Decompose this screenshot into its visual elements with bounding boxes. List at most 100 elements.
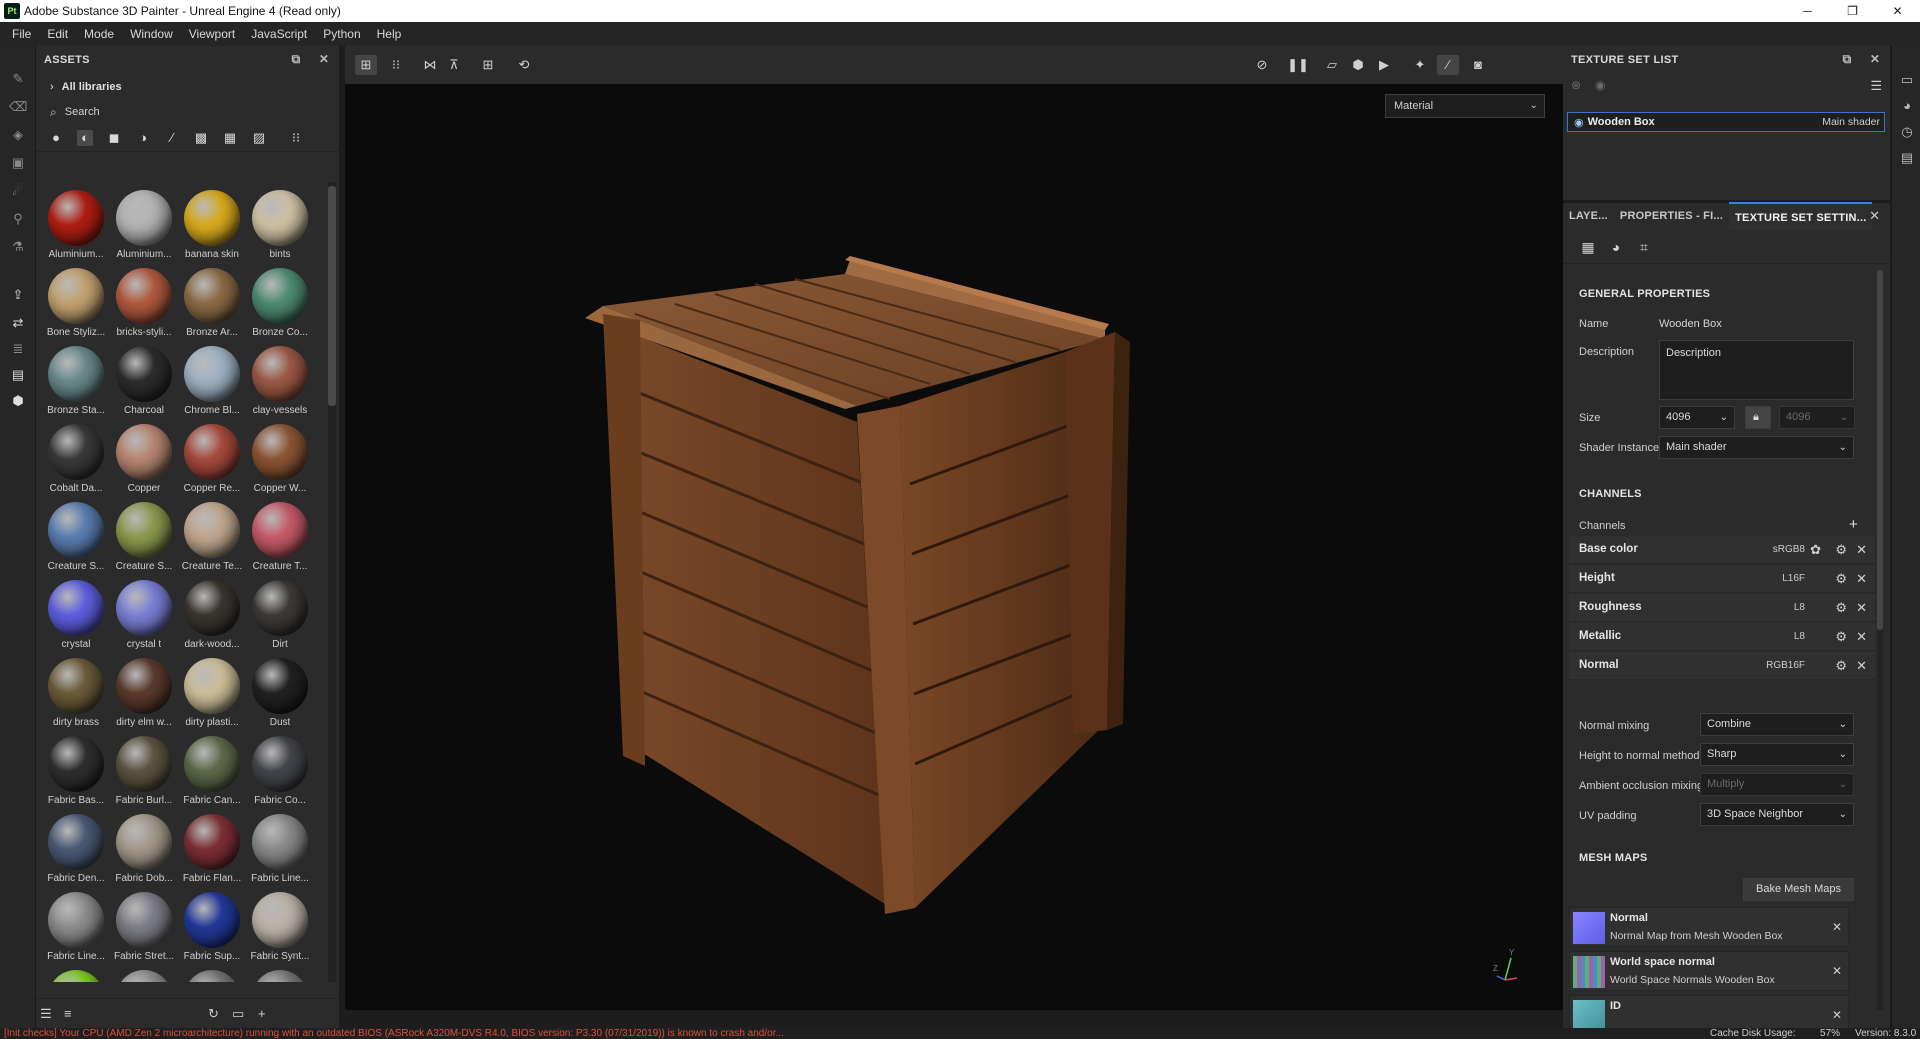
clone-tool-icon[interactable]: ⚲ — [9, 210, 27, 228]
3d-viewport[interactable]: Material ⌄ Y Z — [345, 84, 1563, 1010]
channel-format[interactable]: sRGB8 — [1773, 544, 1805, 555]
filter-generators-icon[interactable]: ◑ — [135, 130, 151, 146]
cube-icon[interactable]: ⬢ — [9, 392, 27, 410]
asset-tile[interactable]: Fabric Dob... — [110, 806, 178, 884]
smudge-tool-icon[interactable]: ☄ — [9, 182, 27, 200]
filter-masks-icon[interactable]: ◼ — [106, 130, 122, 146]
paint-brush-tool-icon[interactable]: ✎ — [9, 70, 27, 88]
screenshot-icon[interactable]: ◙ — [1467, 55, 1489, 75]
remove-mesh-map-icon[interactable]: ✕ — [1832, 1008, 1842, 1022]
eraser-tool-icon[interactable]: ⌫ — [9, 98, 27, 116]
channel-row-normal[interactable]: Normal RGB16F ⚙ ✕ — [1569, 652, 1875, 680]
tab-layers[interactable]: LAYE... — [1563, 202, 1614, 230]
symmetry-y-icon[interactable]: ⊼ — [443, 55, 465, 75]
channel-format[interactable]: L16F — [1782, 573, 1805, 584]
uv-crop-icon[interactable]: ⌗ — [1635, 239, 1653, 257]
filter-environment-icon[interactable]: ▨ — [251, 130, 267, 146]
asset-tile[interactable]: Bronze Co... — [246, 260, 312, 338]
asset-tile[interactable]: Fabric Den... — [42, 806, 110, 884]
library-selector[interactable]: › All libraries — [36, 74, 339, 100]
document-icon[interactable]: ▤ — [9, 366, 27, 384]
asset-tile[interactable]: Bone Styliz... — [42, 260, 110, 338]
remove-channel-icon[interactable]: ✕ — [1856, 600, 1867, 616]
cube-view-icon[interactable]: ⬢ — [1347, 55, 1369, 75]
history-icon[interactable]: ⟲ — [513, 55, 535, 75]
filter-materials-icon[interactable]: ● — [48, 130, 64, 146]
refresh-icon[interactable]: ↻ — [208, 1006, 219, 1022]
remove-mesh-map-icon[interactable]: ✕ — [1832, 920, 1842, 934]
display-mode-dropdown[interactable]: Material ⌄ — [1385, 94, 1545, 118]
shader-instance-dropdown[interactable]: Main shader ⌄ — [1659, 436, 1854, 459]
asset-tile[interactable]: bricks-styli... — [110, 260, 178, 338]
asset-tile[interactable]: Fabric Synt... — [246, 884, 312, 962]
color-picker-tool-icon[interactable]: ⚗ — [9, 238, 27, 256]
tab-texture-set-settings[interactable]: TEXTURE SET SETTIN... — [1729, 202, 1873, 230]
hide-overlay-icon[interactable]: ⊘ — [1251, 55, 1273, 75]
sort-icon[interactable]: ≡ — [64, 1006, 72, 1021]
grid-options-icon[interactable]: ⁝⁝ — [385, 55, 407, 75]
height-to-normal-dropdown[interactable]: Sharp ⌄ — [1700, 743, 1854, 766]
folder-icon[interactable]: ▭ — [232, 1006, 244, 1022]
viewer-settings-icon[interactable]: ▭ — [1899, 72, 1915, 88]
asset-tile[interactable]: Bronze Sta... — [42, 338, 110, 416]
add-channel-icon[interactable]: + — [1849, 516, 1858, 533]
asset-tile[interactable]: Fabric Bas... — [42, 728, 110, 806]
asset-tile[interactable]: Fabric Sup... — [178, 884, 246, 962]
channel-format[interactable]: RGB16F — [1766, 660, 1805, 671]
remove-mesh-map-icon[interactable]: ✕ — [1832, 964, 1842, 978]
add-asset-icon[interactable]: + — [258, 1006, 266, 1021]
asset-tile[interactable]: banana skin — [178, 182, 246, 260]
menu-python[interactable]: Python — [315, 27, 368, 41]
asset-tile[interactable] — [246, 962, 312, 982]
asset-tile[interactable] — [178, 962, 246, 982]
channel-settings-icon[interactable]: ⚙ — [1835, 600, 1847, 616]
channel-row-metallic[interactable]: Metallic L8 ⚙ ✕ — [1569, 623, 1875, 651]
channel-settings-icon[interactable]: ⚙ — [1835, 629, 1847, 645]
asset-tile[interactable]: Dirt — [246, 572, 312, 650]
mesh-map-id[interactable]: ID ✕ — [1569, 995, 1849, 1028]
asset-tile[interactable]: Creature S... — [110, 494, 178, 572]
symmetry-x-icon[interactable]: ⋈ — [419, 55, 441, 75]
channel-format[interactable]: L8 — [1794, 631, 1805, 642]
asset-tile[interactable]: clay-vessels — [246, 338, 312, 416]
bake-mesh-maps-button[interactable]: Bake Mesh Maps — [1743, 878, 1854, 901]
asset-tile[interactable]: crystal t — [110, 572, 178, 650]
asset-tile[interactable]: dirty elm w... — [110, 650, 178, 728]
asset-tile[interactable]: Copper Re... — [178, 416, 246, 494]
settings-scrollbar[interactable] — [1877, 270, 1883, 1010]
log-icon[interactable]: ▤ — [1899, 150, 1915, 166]
channel-row-base-color[interactable]: Base color sRGB8 ✿ ⚙ ✕ — [1569, 536, 1875, 564]
asset-tile[interactable]: Creature S... — [42, 494, 110, 572]
float-panel-icon[interactable]: ⧉ — [289, 52, 303, 66]
export-icon[interactable]: ⇪ — [9, 286, 27, 304]
remove-channel-icon[interactable]: ✕ — [1856, 658, 1867, 674]
menu-edit[interactable]: Edit — [39, 27, 76, 41]
asset-tile[interactable]: Fabric Stret... — [110, 884, 178, 962]
settings-table-icon[interactable]: ▦ — [1579, 239, 1597, 257]
filter-grid-icon[interactable]: ▦ — [222, 130, 238, 146]
mesh-map-normal[interactable]: Normal Normal Map from Mesh Wooden Box ✕ — [1569, 907, 1849, 947]
polygon-fill-tool-icon[interactable]: ▣ — [9, 154, 27, 172]
name-value[interactable]: Wooden Box — [1659, 318, 1722, 330]
light-icon[interactable]: ✦ — [1409, 55, 1431, 75]
menu-icon[interactable]: ☰ — [1870, 78, 1882, 94]
remove-channel-icon[interactable]: ✕ — [1856, 571, 1867, 587]
close-panel-icon[interactable]: ✕ — [1868, 52, 1882, 66]
asset-tile[interactable]: Bronze Ar... — [178, 260, 246, 338]
asset-tile[interactable]: Copper — [110, 416, 178, 494]
selection-mode-icon[interactable]: ⊞ — [355, 55, 377, 75]
menu-help[interactable]: Help — [369, 27, 410, 41]
menu-javascript[interactable]: JavaScript — [243, 27, 315, 41]
filter-brushes-icon[interactable]: ⁄ — [164, 130, 180, 146]
list-options-icon[interactable]: ☰ — [40, 1006, 52, 1022]
menu-mode[interactable]: Mode — [76, 27, 122, 41]
maximize-button[interactable]: ❐ — [1830, 0, 1875, 22]
texture-set-row[interactable]: ◉ Wooden Box Main shader — [1567, 112, 1885, 132]
close-tab-icon[interactable]: ✕ — [1869, 208, 1880, 224]
asset-tile[interactable]: Charcoal — [110, 338, 178, 416]
channel-settings-icon[interactable]: ⚙ — [1835, 542, 1847, 558]
menu-file[interactable]: File — [4, 27, 39, 41]
close-panel-icon[interactable]: ✕ — [317, 52, 331, 66]
menu-viewport[interactable]: Viewport — [181, 27, 243, 41]
asset-tile[interactable]: Creature T... — [246, 494, 312, 572]
